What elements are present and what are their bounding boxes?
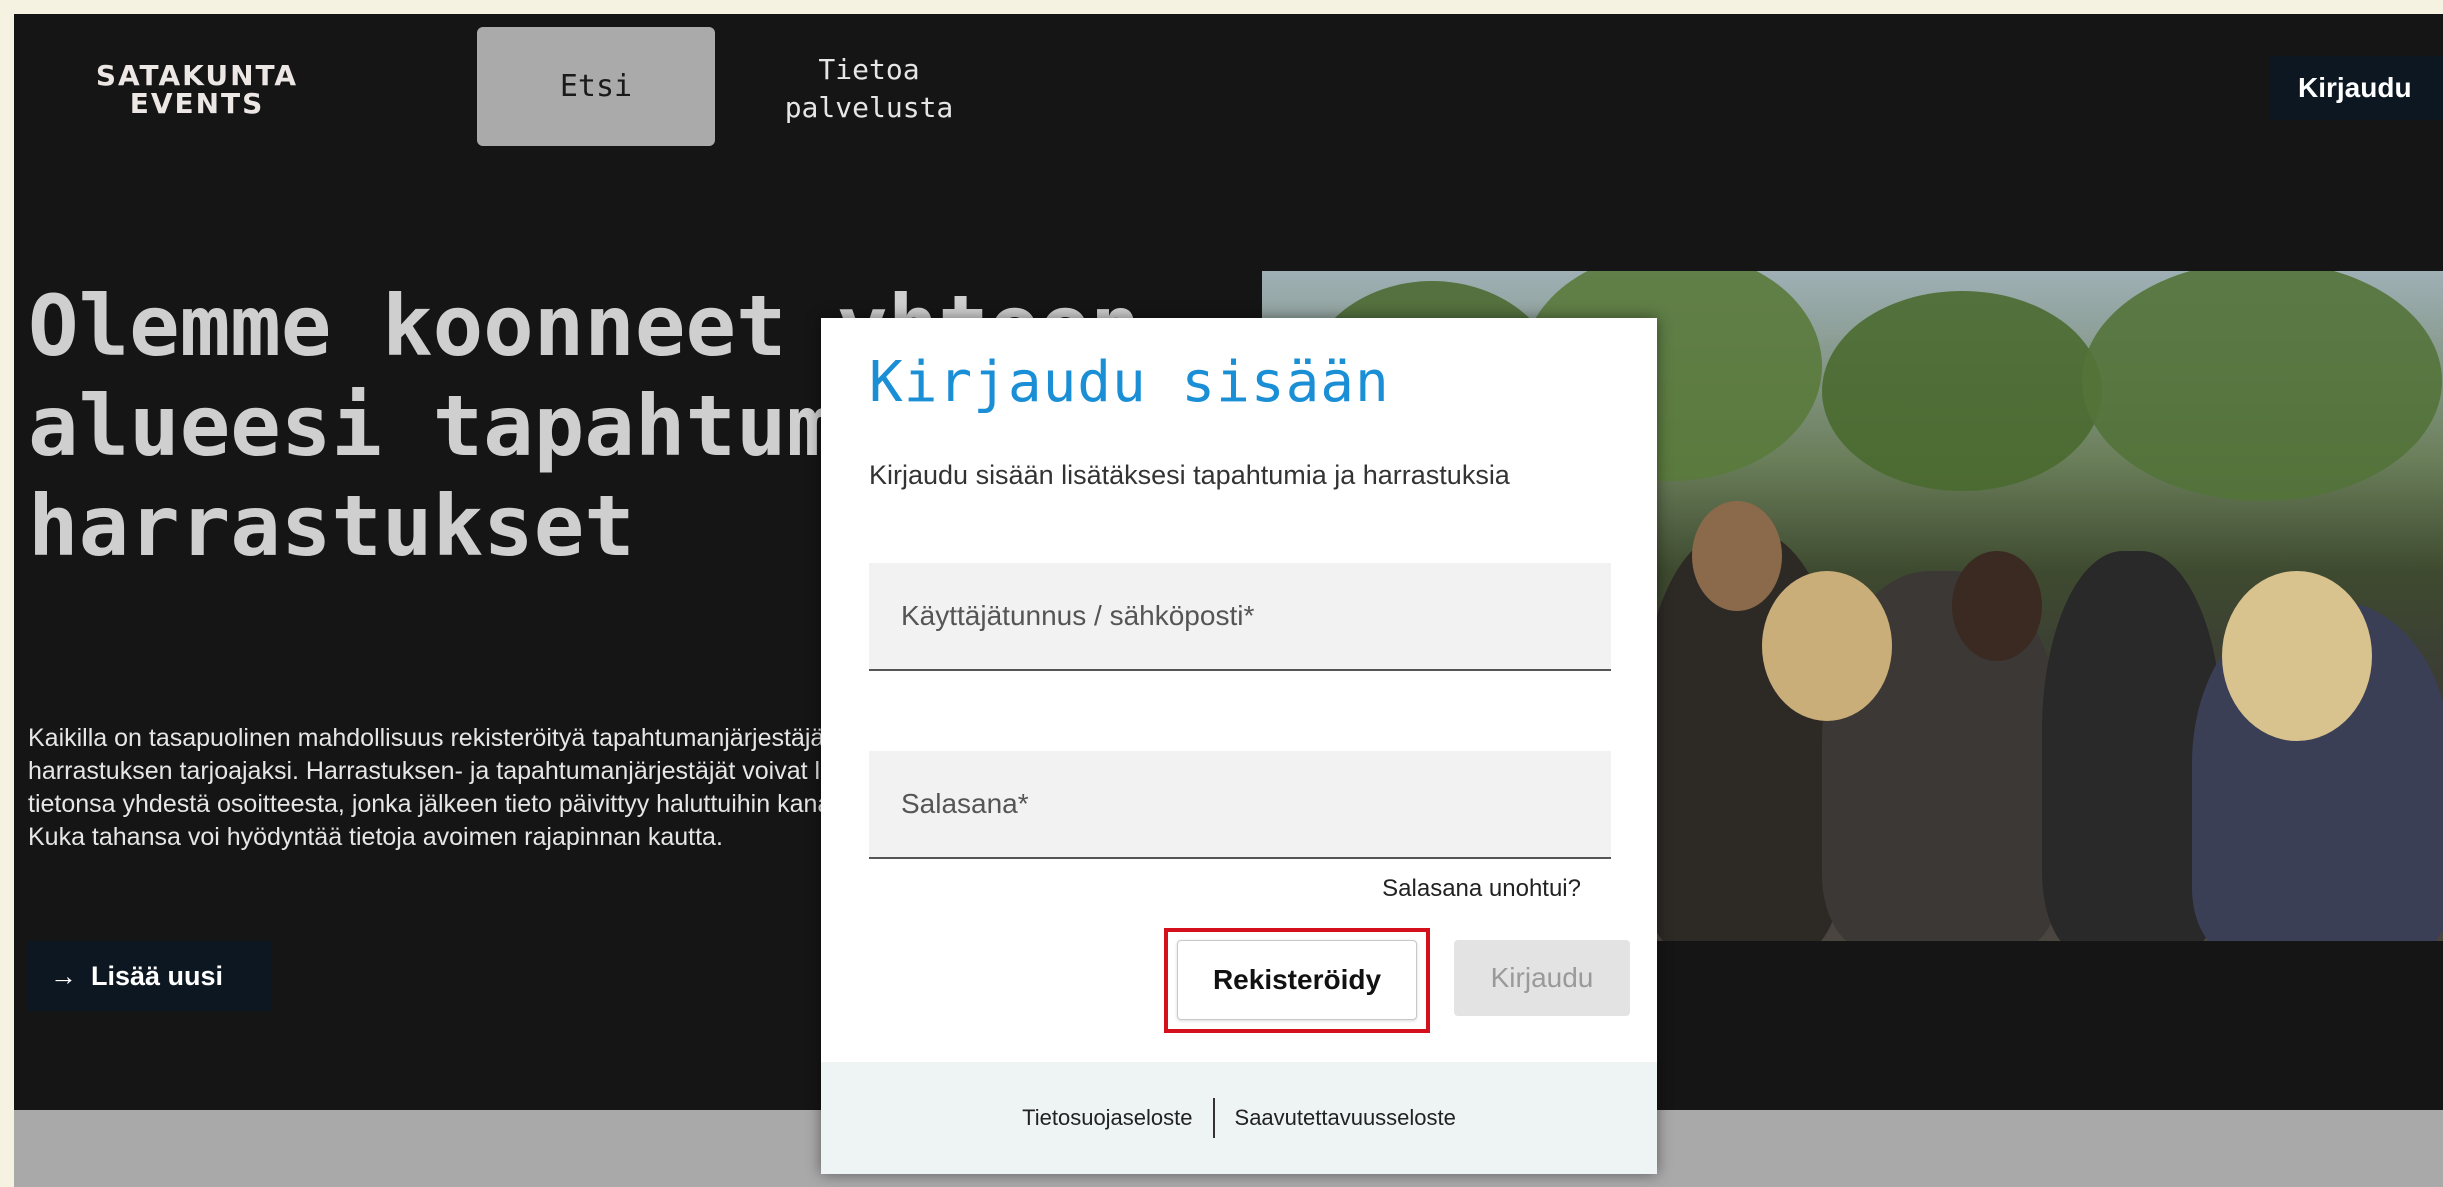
accessibility-link[interactable]: Saavutettavuusseloste [1235, 1105, 1456, 1131]
nav-about-link[interactable]: Tietoa palvelusta [759, 51, 979, 127]
modal-footer: Tietosuojaseloste Saavutettavuusseloste [821, 1062, 1657, 1174]
login-submit-button[interactable]: Kirjaudu [1454, 940, 1630, 1016]
modal-subtitle: Kirjaudu sisään lisätäksesi tapahtumia j… [869, 460, 1510, 490]
logo-line1: SATAKUNTA [95, 59, 299, 92]
privacy-link[interactable]: Tietosuojaseloste [1022, 1105, 1192, 1131]
forgot-password-link[interactable]: Salasana unohtui? [1382, 875, 1581, 903]
modal-title: Kirjaudu sisään [869, 350, 1390, 415]
hero-description: Kaikilla on tasapuolinen mahdollisuus re… [28, 724, 889, 851]
add-new-button[interactable]: → Lisää uusi [28, 941, 272, 1011]
header-login-button[interactable]: Kirjaudu [2270, 56, 2443, 120]
logo-line2: EVENTS [129, 87, 265, 120]
add-new-label: Lisää uusi [91, 960, 224, 991]
footer-divider [1212, 1098, 1215, 1138]
app-frame: SATAKUNTA EVENTS Etsi Tietoa palvelusta … [14, 14, 2443, 1187]
register-button[interactable]: Rekisteröidy [1177, 940, 1417, 1020]
logo[interactable]: SATAKUNTA EVENTS [72, 62, 322, 118]
nav-search-tab[interactable]: Etsi [477, 27, 715, 146]
username-input[interactable] [869, 563, 1611, 671]
password-input[interactable] [869, 751, 1611, 859]
arrow-right-icon: → [50, 960, 77, 991]
login-modal: Kirjaudu sisään Kirjaudu sisään lisätäks… [821, 318, 1657, 1174]
